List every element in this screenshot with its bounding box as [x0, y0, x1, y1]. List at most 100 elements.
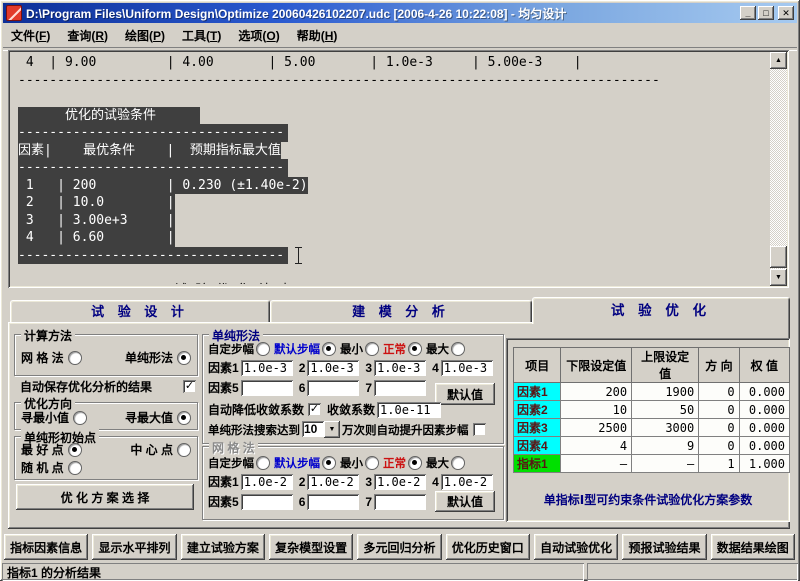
factor4-lower[interactable]: 4	[561, 437, 632, 455]
grid-factor2-input[interactable]: 1.0e-2	[307, 474, 359, 490]
optimization-tab-panel: 计算方法 网 格 法 单纯形法 自动保存优化分析的结果 ✓ 优化方向 寻最小值 …	[8, 322, 790, 529]
grid-settings-group: 网 格 法 自定步幅 默认步幅 最小 正常 最大 因素1 1.0e-2 2 1.…	[202, 446, 504, 520]
target1-direction[interactable]: 1	[699, 455, 739, 473]
center-point-radio[interactable]	[177, 443, 191, 457]
convergence-label: 收敛系数	[327, 401, 375, 418]
target1-weight[interactable]: 1.000	[739, 455, 789, 473]
btn-indicator-factor-info[interactable]: 指标因素信息	[4, 534, 88, 560]
row-label-target1: 指标1	[514, 455, 561, 473]
app-icon[interactable]	[6, 5, 22, 21]
simplex-normal-radio[interactable]	[408, 342, 422, 356]
simplex-min-radio[interactable]	[365, 342, 379, 356]
factor3-direction[interactable]: 0	[699, 419, 739, 437]
autosave-checkbox[interactable]: ✓	[183, 380, 196, 393]
simplex-custom-step-radio[interactable]	[256, 342, 270, 356]
simplex-method-radio[interactable]	[177, 351, 191, 365]
simplex-factor7-input[interactable]	[374, 380, 426, 396]
factor4-weight[interactable]: 0.000	[739, 437, 789, 455]
output-line	[18, 89, 765, 107]
simplex-factor4-input[interactable]: 1.0e-3	[441, 360, 493, 376]
auto-reduce-label: 自动降低收敛系数	[208, 401, 304, 418]
optimization-output-panel[interactable]: 4 | 9.00 | 4.00 | 5.00 | 1.0e-3 | 5.00e-…	[8, 50, 789, 288]
simplex-factor2-input[interactable]: 1.0e-3	[307, 360, 359, 376]
table-row: 因素2 10 50 0 0.000	[514, 401, 790, 419]
vertical-scrollbar[interactable]: ▲ ▼	[770, 52, 787, 286]
btn-create-experiment-plan[interactable]: 建立试验方案	[181, 534, 265, 560]
factor1-weight[interactable]: 0.000	[739, 383, 789, 401]
center-point-label: 中 心 点	[130, 441, 173, 458]
search-limit-dropdown[interactable]: 10 ▼	[302, 421, 340, 438]
calc-method-title: 计算方法	[21, 327, 75, 344]
factor2-direction[interactable]: 0	[699, 401, 739, 419]
simplex-factor5-input[interactable]	[241, 380, 293, 396]
grid-custom-step-radio[interactable]	[256, 456, 270, 470]
target1-lower[interactable]: –	[561, 455, 632, 473]
minimize-button[interactable]: _	[740, 6, 756, 20]
auto-raise-step-checkbox[interactable]	[473, 423, 486, 436]
factor4-direction[interactable]: 0	[699, 437, 739, 455]
grid-factor1-input[interactable]: 1.0e-2	[241, 474, 293, 490]
btn-complex-model-settings[interactable]: 复杂模型设置	[269, 534, 353, 560]
grid-factor2-label: 2	[299, 475, 306, 489]
scrollbar-thumb[interactable]	[770, 246, 787, 268]
seek-min-radio[interactable]	[73, 411, 87, 425]
menu-query[interactable]: 查询(R)	[67, 27, 108, 44]
factor3-upper[interactable]: 3000	[632, 419, 699, 437]
simplex-factor3-input[interactable]: 1.0e-3	[374, 360, 426, 376]
grid-factor6-input[interactable]	[307, 494, 359, 510]
seek-max-radio[interactable]	[177, 411, 191, 425]
convergence-input[interactable]: 1.0e-11	[377, 402, 441, 418]
grid-normal-radio[interactable]	[408, 456, 422, 470]
menu-help[interactable]: 帮助(H)	[297, 27, 338, 44]
factor2-lower[interactable]: 10	[561, 401, 632, 419]
simplex-factor1-input[interactable]: 1.0e-3	[241, 360, 293, 376]
auto-reduce-checkbox[interactable]: ✓	[308, 403, 321, 416]
status-secondary	[587, 563, 798, 581]
grid-factor5-input[interactable]	[241, 494, 293, 510]
menu-options[interactable]: 选项(O)	[238, 27, 279, 44]
best-point-radio[interactable]	[68, 443, 82, 457]
btn-data-results-plot[interactable]: 数据结果绘图	[711, 534, 795, 560]
dropdown-arrow-icon[interactable]: ▼	[324, 421, 340, 438]
output-line: ----------------------------------------…	[18, 72, 765, 90]
optimization-plan-button[interactable]: 优 化 方 案 选 择	[16, 484, 194, 510]
btn-optimization-history-window[interactable]: 优化历史窗口	[446, 534, 530, 560]
target1-upper[interactable]: –	[632, 455, 699, 473]
factor1-lower[interactable]: 200	[561, 383, 632, 401]
btn-multiple-regression-analysis[interactable]: 多元回归分析	[357, 534, 441, 560]
simplex-max-radio[interactable]	[451, 342, 465, 356]
random-point-radio[interactable]	[68, 461, 82, 475]
tab-experiment-optimization[interactable]: 试 验 优 化	[532, 297, 790, 324]
factor2-weight[interactable]: 0.000	[739, 401, 789, 419]
simplex-default-step-radio[interactable]	[322, 342, 336, 356]
grid-factor7-label: 7	[365, 495, 372, 509]
simplex-init-group: 单纯形初始点 最 好 点 中 心 点 随 机 点	[14, 436, 198, 480]
btn-predict-experiment-results[interactable]: 预报试验结果	[622, 534, 706, 560]
factor3-lower[interactable]: 2500	[561, 419, 632, 437]
factor1-upper[interactable]: 1900	[632, 383, 699, 401]
tab-experiment-design[interactable]: 试 验 设 计	[10, 300, 270, 324]
grid-default-values-button[interactable]: 默认值	[435, 491, 495, 512]
grid-min-radio[interactable]	[365, 456, 379, 470]
factor4-upper[interactable]: 9	[632, 437, 699, 455]
btn-display-level-arrangement[interactable]: 显示水平排列	[92, 534, 176, 560]
tab-modeling-analysis[interactable]: 建 模 分 析	[270, 300, 532, 324]
maximize-button[interactable]: □	[758, 6, 774, 20]
factor1-direction[interactable]: 0	[699, 383, 739, 401]
simplex-factor6-input[interactable]	[307, 380, 359, 396]
grid-factor4-input[interactable]: 1.0e-2	[441, 474, 493, 490]
menu-tools[interactable]: 工具(T)	[182, 27, 221, 44]
scroll-up-icon[interactable]: ▲	[770, 52, 787, 69]
factor2-upper[interactable]: 50	[632, 401, 699, 419]
grid-max-radio[interactable]	[451, 456, 465, 470]
grid-factor3-input[interactable]: 1.0e-2	[374, 474, 426, 490]
grid-default-step-radio[interactable]	[322, 456, 336, 470]
grid-factor7-input[interactable]	[374, 494, 426, 510]
menu-plot[interactable]: 绘图(P)	[125, 27, 165, 44]
scroll-down-icon[interactable]: ▼	[770, 269, 787, 286]
factor3-weight[interactable]: 0.000	[739, 419, 789, 437]
btn-auto-experiment-optimization[interactable]: 自动试验优化	[534, 534, 618, 560]
menu-file[interactable]: 文件(F)	[11, 27, 50, 44]
grid-method-radio[interactable]	[68, 351, 82, 365]
close-button[interactable]: ✕	[778, 6, 794, 20]
